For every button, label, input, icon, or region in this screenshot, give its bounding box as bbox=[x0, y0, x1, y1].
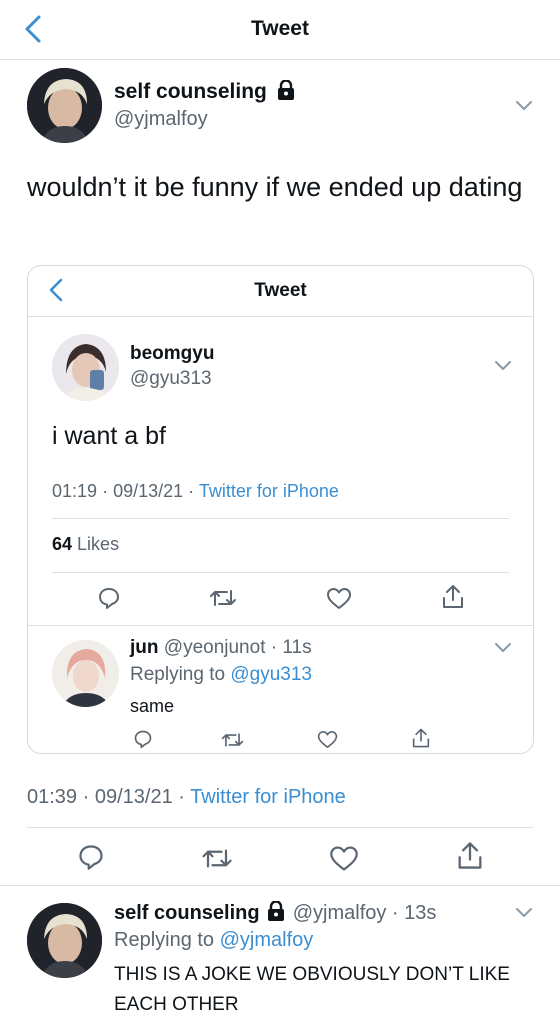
tweet-text: i want a bf bbox=[52, 422, 166, 450]
embedded-screenshot: Tweet beomgyu @gyu313 i want a bf 01:19 … bbox=[27, 265, 534, 754]
share-icon[interactable] bbox=[456, 840, 484, 871]
page-title: Tweet bbox=[251, 17, 309, 40]
avatar[interactable] bbox=[52, 640, 119, 707]
chevron-down-icon[interactable] bbox=[494, 360, 512, 372]
handle[interactable]: @yjmalfoy bbox=[293, 902, 387, 924]
lock-icon bbox=[268, 900, 285, 921]
chevron-down-icon[interactable] bbox=[515, 907, 533, 919]
tweet-date: 09/13/21 bbox=[113, 481, 184, 501]
tweet-time: 01:19 bbox=[52, 481, 98, 501]
divider bbox=[27, 827, 533, 828]
replying-to-handle[interactable]: @yjmalfoy bbox=[220, 929, 314, 951]
divider bbox=[0, 885, 560, 886]
reply-text: same bbox=[130, 696, 175, 716]
reply-header: jun @yeonjunot · 11s bbox=[130, 637, 312, 658]
tweet-text: wouldn’t it be funny if we ended up dati… bbox=[27, 172, 523, 202]
divider bbox=[52, 518, 509, 519]
like-heart-icon[interactable] bbox=[329, 845, 359, 872]
avatar[interactable] bbox=[27, 68, 102, 143]
likes-label: Likes bbox=[77, 534, 120, 554]
display-name[interactable]: self counseling bbox=[114, 79, 295, 104]
divider bbox=[28, 625, 533, 626]
reply-icon[interactable] bbox=[77, 843, 105, 871]
likes-number: 64 bbox=[52, 534, 73, 554]
display-name[interactable]: self counseling bbox=[114, 902, 260, 924]
handle[interactable]: @yjmalfoy bbox=[114, 108, 208, 131]
replying-to-label: Replying to bbox=[114, 929, 215, 951]
card-header-divider bbox=[28, 316, 533, 317]
likes-count[interactable]: 64 Likes bbox=[52, 534, 119, 555]
like-heart-icon[interactable] bbox=[317, 730, 338, 749]
reply-age: 11s bbox=[282, 637, 312, 658]
like-heart-icon[interactable] bbox=[326, 587, 352, 610]
reply-header: self counseling @yjmalfoy · 13s bbox=[114, 900, 437, 924]
chevron-down-icon[interactable] bbox=[515, 100, 533, 112]
replying-to-label: Replying to bbox=[130, 664, 226, 685]
tweet-meta: 01:19 · 09/13/21 · Twitter for iPhone bbox=[52, 481, 339, 502]
display-name[interactable]: beomgyu bbox=[130, 343, 214, 365]
display-name-text: self counseling bbox=[114, 80, 267, 103]
retweet-icon[interactable] bbox=[221, 730, 244, 750]
replying-to: Replying to @gyu313 bbox=[130, 664, 312, 686]
retweet-icon[interactable] bbox=[209, 586, 237, 610]
card-title: Tweet bbox=[254, 280, 307, 301]
avatar[interactable] bbox=[27, 903, 102, 978]
tweet-source-link[interactable]: Twitter for iPhone bbox=[199, 481, 339, 501]
meta-separator: · bbox=[188, 481, 195, 501]
divider bbox=[52, 572, 509, 573]
tweet-date: 09/13/21 bbox=[94, 786, 173, 808]
reply-icon[interactable] bbox=[133, 729, 153, 749]
reply-text: THIS IS A JOKE WE OBVIOUSLY DON’T LIKE E… bbox=[114, 964, 510, 1015]
reply-icon[interactable] bbox=[97, 586, 121, 610]
avatar[interactable] bbox=[52, 334, 119, 401]
tweet-source-link[interactable]: Twitter for iPhone bbox=[190, 786, 346, 808]
share-icon[interactable] bbox=[441, 583, 465, 610]
handle[interactable]: @gyu313 bbox=[130, 368, 212, 390]
meta-separator: · bbox=[82, 786, 90, 808]
chevron-down-icon[interactable] bbox=[494, 642, 512, 654]
handle[interactable]: @yeonjunot bbox=[164, 637, 266, 658]
replying-to-handle[interactable]: @gyu313 bbox=[230, 664, 312, 685]
display-name[interactable]: jun bbox=[130, 637, 159, 658]
replying-to: Replying to @yjmalfoy bbox=[114, 929, 313, 952]
reply-age: 13s bbox=[404, 902, 437, 924]
lock-icon bbox=[277, 79, 294, 100]
tweet-time: 01:39 bbox=[27, 786, 78, 808]
header-divider bbox=[0, 59, 560, 60]
tweet-meta: 01:39 · 09/13/21 · Twitter for iPhone bbox=[27, 786, 346, 809]
meta-separator: · bbox=[178, 786, 185, 808]
retweet-icon[interactable] bbox=[201, 845, 233, 872]
share-icon[interactable] bbox=[411, 727, 431, 749]
meta-separator: · bbox=[102, 481, 109, 501]
